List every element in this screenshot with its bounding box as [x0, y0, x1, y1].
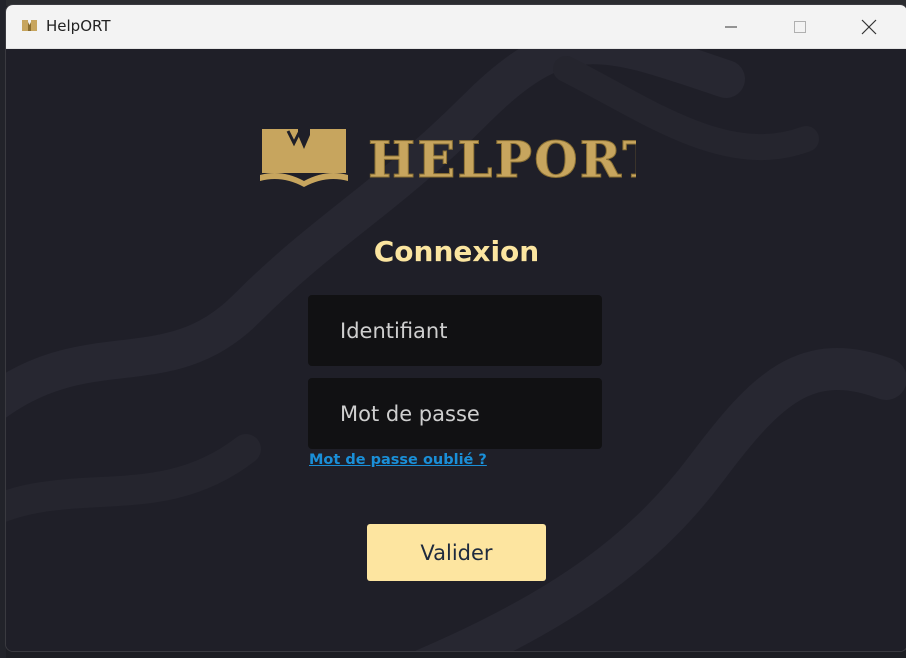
- username-input[interactable]: [308, 295, 602, 366]
- minimize-icon: [725, 26, 737, 27]
- close-button[interactable]: [835, 5, 903, 48]
- submit-button[interactable]: Valider: [367, 524, 546, 581]
- title-bar[interactable]: HelpORT: [6, 5, 906, 49]
- maximize-button[interactable]: [766, 5, 834, 48]
- login-screen: HELPORT Connexion Mot de passe oublié ? …: [6, 49, 906, 651]
- book-app-icon: [21, 18, 38, 33]
- app-window: HelpORT HELPORT Connexion Identifiant Mo…: [5, 4, 906, 652]
- close-icon: [861, 19, 877, 34]
- minimize-button[interactable]: [697, 5, 765, 48]
- maximize-icon: [794, 20, 806, 33]
- window-title: HelpORT: [46, 17, 111, 35]
- password-input[interactable]: [308, 378, 602, 449]
- open-book-icon: [260, 129, 348, 187]
- forgot-password-link[interactable]: Mot de passe oublié ?: [309, 452, 487, 468]
- helport-logo: HELPORT: [256, 121, 660, 191]
- logo-text: HELPORT: [368, 130, 636, 189]
- login-heading: Connexion: [373, 235, 540, 268]
